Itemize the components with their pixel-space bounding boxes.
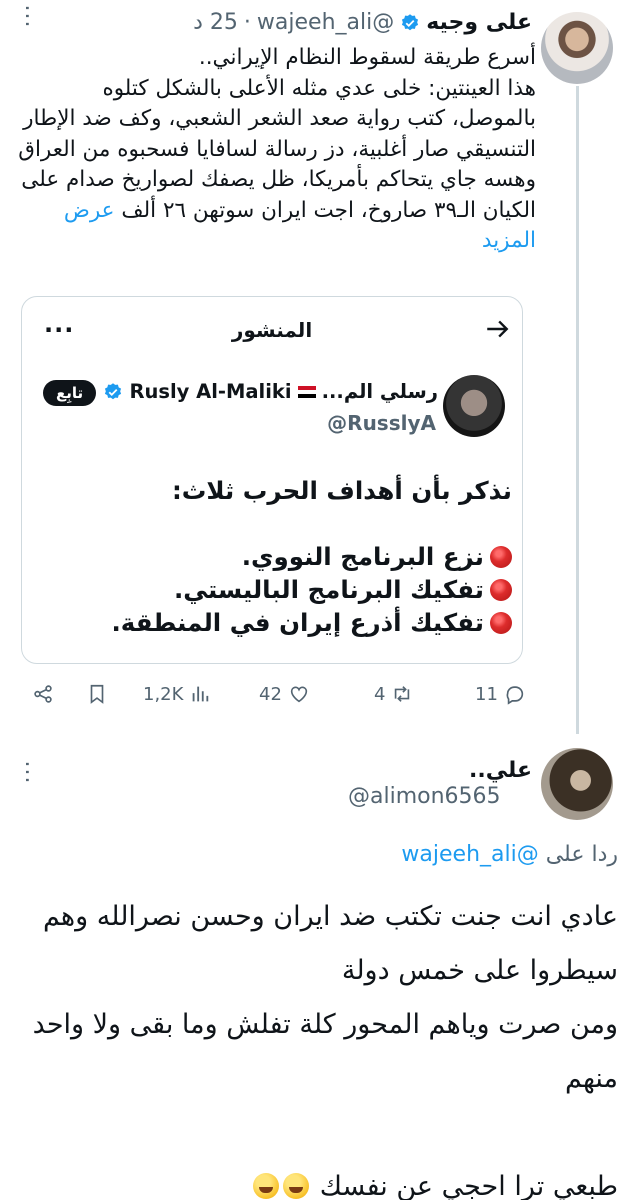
quoted-author-name-en[interactable]: Rusly Al-Maliki	[129, 380, 291, 403]
rofl-emoji-icon	[283, 1173, 310, 1199]
quoted-author-handle[interactable]: @RusslyA	[327, 411, 436, 435]
views-button[interactable]: 1,2K	[143, 683, 211, 705]
goal-text: نزع البرنامج النووي.	[241, 542, 484, 571]
goal-text: تفكيك البرنامج الباليستي.	[173, 575, 484, 604]
reply-context: ردا على @wajeeh_ali	[401, 842, 618, 867]
views-count: 1,2K	[143, 683, 184, 705]
more-options-icon[interactable]: ···	[13, 5, 38, 29]
reply-prefix: ردا على	[545, 842, 618, 867]
tweet-paragraph-with-emoji: طبعي ترا احجي عن نفسك	[18, 1160, 618, 1200]
likes-count: 42	[259, 683, 282, 705]
repost-button[interactable]: 4	[374, 683, 413, 705]
goal-item: نزع البرنامج النووي.	[52, 540, 512, 573]
rofl-emoji-icon	[253, 1173, 280, 1199]
share-icon	[34, 685, 52, 703]
red-circle-icon	[490, 612, 512, 634]
quoted-author-avatar[interactable]	[443, 375, 505, 437]
share-button[interactable]	[32, 683, 54, 705]
quoted-post-title: المنشور	[231, 318, 313, 342]
avatar[interactable]	[541, 12, 613, 84]
separator-dot: ·	[243, 10, 251, 35]
display-name[interactable]: على وجيه	[426, 10, 532, 35]
goal-item: تفكيك البرنامج الباليستي.	[52, 573, 512, 606]
red-circle-icon	[490, 546, 512, 568]
heart-icon	[290, 686, 308, 703]
views-icon	[193, 686, 209, 702]
timestamp[interactable]: 25 د	[193, 10, 238, 35]
tweet-body-text: أسرع طريقة لسقوط النظام الإيراني.. هذا ا…	[18, 45, 536, 223]
tweet-paragraph: عادي انت جنت تكتب ضد ايران وحسن نصرالله …	[42, 901, 618, 986]
bookmark-button[interactable]	[86, 683, 108, 705]
handle[interactable]: @wajeeh_ali	[257, 10, 394, 35]
replies-count: 11	[475, 683, 498, 705]
follow-button[interactable]: تابِع	[43, 380, 97, 406]
quoted-author-name-ar[interactable]: رسلي الم...	[322, 380, 438, 403]
iraq-flag-icon	[297, 385, 316, 398]
more-icon[interactable]: ···	[44, 316, 74, 344]
thread-connector-line	[576, 86, 579, 734]
handle[interactable]: @alimon6565	[348, 784, 501, 809]
like-button[interactable]: 42	[259, 683, 310, 705]
more-options-icon[interactable]: ···	[13, 761, 38, 785]
red-circle-icon	[490, 579, 512, 601]
quoted-author-name-row: رسلي الم... Rusly Al-Maliki	[103, 380, 438, 403]
reposts-count: 4	[374, 683, 386, 705]
tweet-header: على وجيه @wajeeh_ali · 25 د	[193, 10, 532, 35]
bookmark-icon	[90, 684, 104, 704]
tweet-text: عادي انت جنت تكتب ضد ايران وحسن نصرالله …	[18, 890, 618, 1200]
reply-button[interactable]: 11	[475, 683, 526, 705]
tweet-text: أسرع طريقة لسقوط النظام الإيراني.. هذا ا…	[16, 43, 536, 257]
verified-badge-icon	[105, 382, 122, 399]
goal-item: تفكيك أذرع إيران في المنطقة.	[52, 606, 512, 639]
display-name[interactable]: علي..	[469, 758, 532, 783]
verified-badge-icon	[402, 13, 419, 30]
goal-text: تفكيك أذرع إيران في المنطقة.	[111, 608, 485, 637]
repost-icon	[395, 686, 410, 702]
tweet-paragraph: ومن صرت وياهم المحور كلة تفلش وما بقى ول…	[32, 1009, 618, 1094]
reply-mention-link[interactable]: @wajeeh_ali	[401, 842, 538, 867]
avatar[interactable]	[541, 748, 613, 820]
tweet-paragraph: طبعي ترا احجي عن نفسك	[319, 1171, 618, 1200]
quoted-post-text: نذكر بأن أهداف الحرب ثلاث: نزع البرنامج …	[52, 474, 512, 639]
reply-icon	[506, 686, 524, 705]
quoted-intro: نذكر بأن أهداف الحرب ثلاث:	[172, 476, 512, 505]
